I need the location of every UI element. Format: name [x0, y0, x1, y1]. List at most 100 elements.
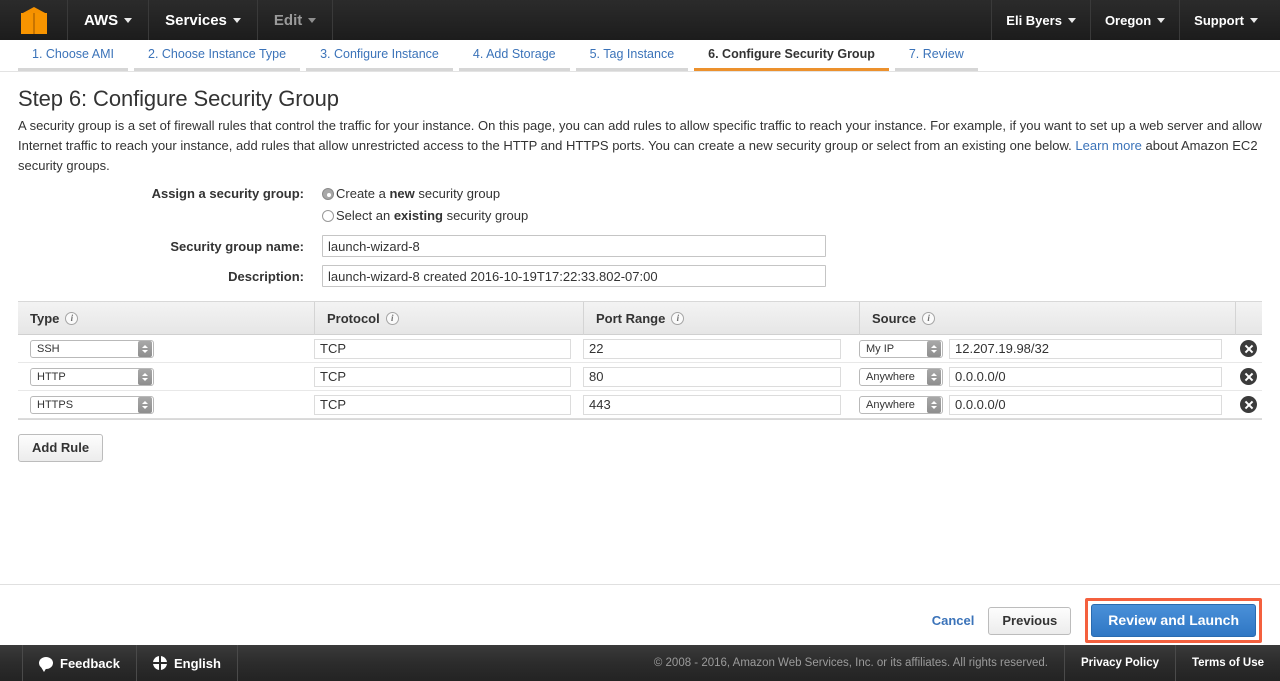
rule-actions-cell: [1235, 335, 1262, 363]
rule-port-cell: 22: [583, 335, 859, 363]
nav-item-aws[interactable]: AWS: [68, 0, 150, 40]
tab-step-4-add-storage[interactable]: 4. Add Storage: [458, 47, 570, 71]
top-nav-right-group: Eli Byers Oregon Support: [991, 0, 1280, 40]
feedback-button[interactable]: Feedback: [22, 645, 137, 681]
rule-source-value-input[interactable]: [949, 394, 1222, 415]
tab-step-7-review[interactable]: 7. Review: [894, 47, 978, 71]
tab-step-6-configure-security-group[interactable]: 6. Configure Security Group: [694, 47, 889, 71]
stepper-arrows-icon: [138, 368, 152, 385]
bottom-bar: Feedback English © 2008 - 2016, Amazon W…: [0, 645, 1280, 681]
review-and-launch-button[interactable]: Review and Launch: [1091, 604, 1256, 637]
rule-type-select[interactable]: HTTP: [30, 367, 154, 386]
tab-step-2-choose-instance-type[interactable]: 2. Choose Instance Type: [134, 47, 301, 71]
delete-circle-x-icon[interactable]: [1240, 368, 1257, 385]
security-rules-table: Type i Protocol i Port Range i Source i …: [18, 301, 1262, 420]
table-header-row: Type i Protocol i Port Range i Source i: [18, 301, 1262, 335]
nav-item-region[interactable]: Oregon: [1089, 0, 1179, 40]
feedback-label: Feedback: [60, 655, 120, 671]
cancel-link[interactable]: Cancel: [932, 613, 975, 628]
column-header-protocol-label: Protocol: [327, 310, 380, 326]
rule-source-kind-value: My IP: [866, 342, 895, 355]
stepper-arrows-icon: [927, 340, 941, 357]
page-title: Step 6: Configure Security Group: [18, 86, 339, 111]
rule-port-cell: 443: [583, 391, 859, 419]
learn-more-link[interactable]: Learn more: [1075, 138, 1141, 153]
rule-source-kind-value: Anywhere: [866, 398, 915, 411]
rule-source-value-input[interactable]: [949, 338, 1222, 359]
top-nav-left-group: AWS Services Edit: [0, 0, 334, 40]
speech-bubble-icon: [39, 657, 53, 672]
rule-type-select[interactable]: SSH: [30, 339, 154, 358]
rule-type-value: SSH: [37, 342, 60, 355]
tab-step-5-tag-instance[interactable]: 5. Tag Instance: [575, 47, 689, 71]
security-group-name-label: Security group name:: [170, 238, 304, 254]
rule-port-value: 22: [583, 338, 841, 359]
column-header-actions: [1235, 301, 1262, 335]
aws-cube-logo-icon: [20, 6, 47, 34]
rule-source-kind-select[interactable]: My IP: [859, 339, 943, 358]
column-header-port-range-label: Port Range: [596, 310, 666, 326]
chevron-down-icon: [124, 17, 133, 23]
add-rule-container: Add Rule: [18, 434, 1262, 462]
terms-of-use-link[interactable]: Terms of Use: [1176, 645, 1280, 681]
rule-source-value-input[interactable]: [949, 366, 1222, 387]
rule-type-value: HTTPS: [37, 398, 74, 411]
rule-protocol-value: TCP: [314, 338, 571, 359]
chevron-down-icon: [1250, 17, 1258, 23]
select-existing-row: Select an existing security group: [18, 208, 1262, 223]
rule-port-cell: 80: [583, 363, 859, 391]
nav-item-edit[interactable]: Edit: [258, 0, 334, 40]
support-label: Support: [1194, 12, 1244, 28]
rule-source-kind-select[interactable]: Anywhere: [859, 367, 943, 386]
info-icon[interactable]: i: [385, 311, 399, 325]
region-label: Oregon: [1104, 12, 1152, 28]
nav-item-support[interactable]: Support: [1179, 0, 1272, 40]
column-header-port-range: Port Range i: [583, 301, 859, 335]
column-header-source-label: Source: [872, 310, 917, 326]
radio-create-new-input[interactable]: [322, 187, 334, 200]
rule-source-cell: Anywhere: [859, 363, 1235, 391]
nav-item-account[interactable]: Eli Byers: [991, 0, 1090, 40]
chevron-down-icon: [1157, 17, 1166, 23]
rule-source-cell: My IP: [859, 335, 1235, 363]
privacy-policy-link[interactable]: Privacy Policy: [1065, 645, 1176, 681]
rule-type-cell: HTTPS: [18, 391, 314, 419]
info-icon[interactable]: i: [671, 311, 685, 325]
security-group-name-input[interactable]: [322, 235, 826, 257]
add-rule-button[interactable]: Add Rule: [18, 434, 104, 462]
aws-logo[interactable]: [0, 0, 68, 40]
rule-protocol-value: TCP: [314, 394, 571, 415]
tab-step-3-configure-instance[interactable]: 3. Configure Instance: [306, 47, 453, 71]
radio-select-existing-label: Select an existing security group: [336, 208, 529, 223]
delete-circle-x-icon[interactable]: [1240, 396, 1257, 413]
rule-type-select[interactable]: HTTPS: [30, 395, 154, 414]
info-icon[interactable]: i: [65, 311, 79, 325]
radio-create-new-label: Create a new security group: [336, 186, 501, 201]
rule-type-cell: SSH: [18, 335, 314, 363]
rule-actions-cell: [1235, 391, 1262, 419]
tab-step-1-choose-ami[interactable]: 1. Choose AMI: [18, 47, 128, 71]
info-icon[interactable]: i: [922, 311, 936, 325]
rule-actions-cell: [1235, 363, 1262, 391]
assign-security-group-row: Assign a security group: Create a new se…: [18, 186, 1262, 201]
page-description: A security group is a set of firewall ru…: [18, 116, 1262, 176]
rule-protocol-cell: TCP: [314, 363, 583, 391]
radio-select-existing-input[interactable]: [322, 209, 334, 222]
stepper-arrows-icon: [927, 368, 941, 385]
security-group-form: Assign a security group: Create a new se…: [18, 186, 1262, 287]
description-input[interactable]: [322, 265, 826, 287]
previous-button[interactable]: Previous: [988, 606, 1072, 635]
rule-type-cell: HTTP: [18, 363, 314, 391]
nav-item-edit-label: Edit: [273, 11, 303, 29]
rule-source-cell: Anywhere: [859, 391, 1235, 419]
stepper-arrows-icon: [138, 340, 152, 357]
rule-protocol-cell: TCP: [314, 335, 583, 363]
delete-circle-x-icon[interactable]: [1240, 340, 1257, 357]
nav-item-services[interactable]: Services: [149, 0, 258, 40]
radio-option-select-existing[interactable]: Select an existing security group: [322, 208, 528, 223]
table-row: HTTP TCP 80 Anywhere: [18, 363, 1262, 391]
stepper-arrows-icon: [138, 396, 152, 413]
radio-option-create-new[interactable]: Create a new security group: [322, 186, 500, 201]
language-button[interactable]: English: [137, 645, 238, 681]
rule-source-kind-select[interactable]: Anywhere: [859, 395, 943, 414]
